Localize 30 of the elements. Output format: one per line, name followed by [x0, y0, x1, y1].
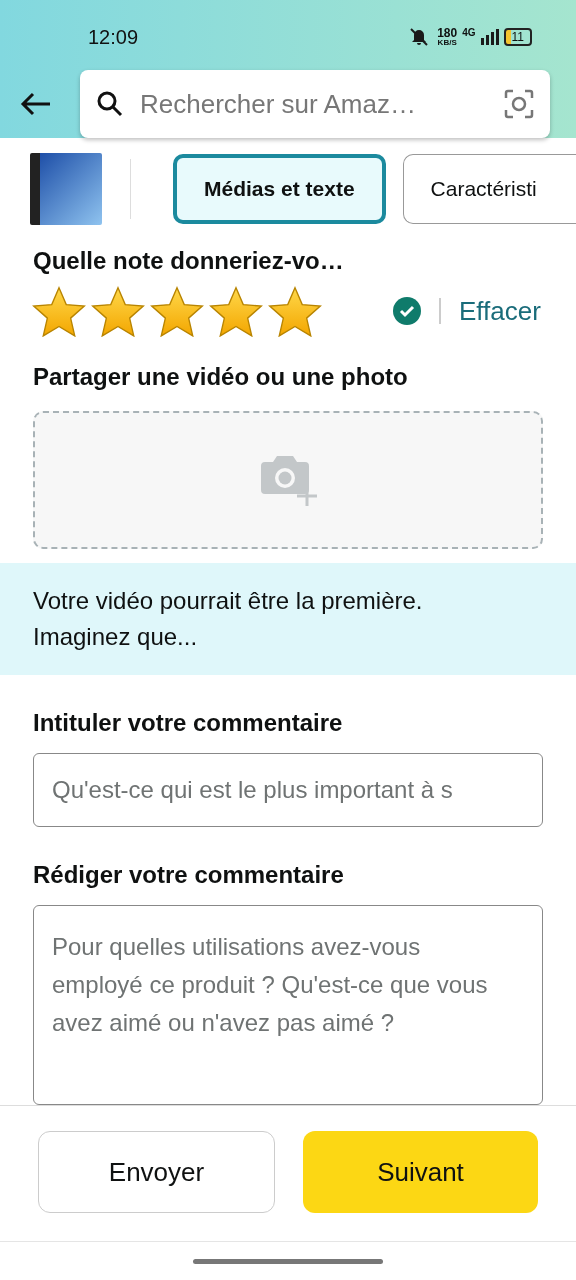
- check-icon: [393, 297, 421, 325]
- tab[interactable]: Caractéristi: [402, 153, 576, 224]
- star-icon[interactable]: [149, 285, 205, 337]
- star-icon[interactable]: [208, 285, 264, 337]
- star-icon[interactable]: [267, 285, 323, 337]
- star-icon[interactable]: [31, 285, 87, 337]
- network-type: 4G: [462, 27, 476, 38]
- status-time: 12:09: [88, 25, 139, 49]
- next-button[interactable]: Suivant: [303, 1131, 538, 1213]
- review-body-field[interactable]: Pour quelles utilisations avez-vous employé ce produit ? Qu'est-ce que vous avez aimé ou n'avez pas aimé ?: [33, 905, 543, 1105]
- star-icon[interactable]: [90, 285, 146, 337]
- battery-indicator: 11: [503, 28, 532, 46]
- signal-icon: [480, 29, 499, 45]
- review-title-field[interactable]: Qu'est-ce qui est le plus important à s: [33, 753, 543, 827]
- media-title: Partager une vidéo ou une photo: [33, 363, 409, 391]
- home-indicator[interactable]: [193, 1258, 383, 1264]
- network-speed: 180: [437, 27, 458, 39]
- search-bar[interactable]: Rechercher sur Amaz…: [80, 70, 550, 138]
- search-field[interactable]: Rechercher sur Amaz…: [138, 87, 490, 121]
- back-arrow-icon[interactable]: [20, 92, 52, 116]
- speed-unit: KB/S: [437, 39, 457, 47]
- search-icon: [96, 90, 124, 118]
- clear-link[interactable]: Effacer: [459, 295, 541, 327]
- send-button[interactable]: Envoyer: [38, 1131, 275, 1213]
- camera-scan-icon[interactable]: [504, 89, 534, 119]
- review-body-label: Rédiger votre commentaire: [33, 861, 345, 889]
- rating-title: Quelle note donneriez-vo…: [33, 247, 345, 275]
- tab[interactable]: Médias et texte: [173, 153, 386, 224]
- review-title-label: Intituler votre commentaire: [33, 709, 344, 737]
- banner-text: Votre vidéo pourrait être la première. Imaginez que...: [33, 586, 424, 652]
